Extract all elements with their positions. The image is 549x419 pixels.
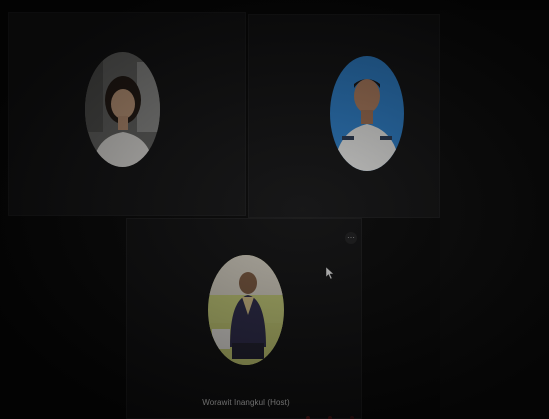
participant-officer-avatar-icon xyxy=(330,56,404,171)
participant-name-label: Worawit Inangkul (Host) xyxy=(202,398,290,407)
participant-woman-avatar-icon xyxy=(85,52,160,167)
more-options-button[interactable]: ⋯ xyxy=(345,232,357,244)
mouse-cursor-icon xyxy=(326,267,334,279)
video-call-gallery: ⋯ Worawit Inangkul (Host) xyxy=(0,0,549,419)
more-options-icon: ⋯ xyxy=(347,233,355,242)
empty-area xyxy=(440,10,549,419)
status-indicators xyxy=(306,416,354,419)
participant-graduate-avatar-icon xyxy=(208,255,284,365)
